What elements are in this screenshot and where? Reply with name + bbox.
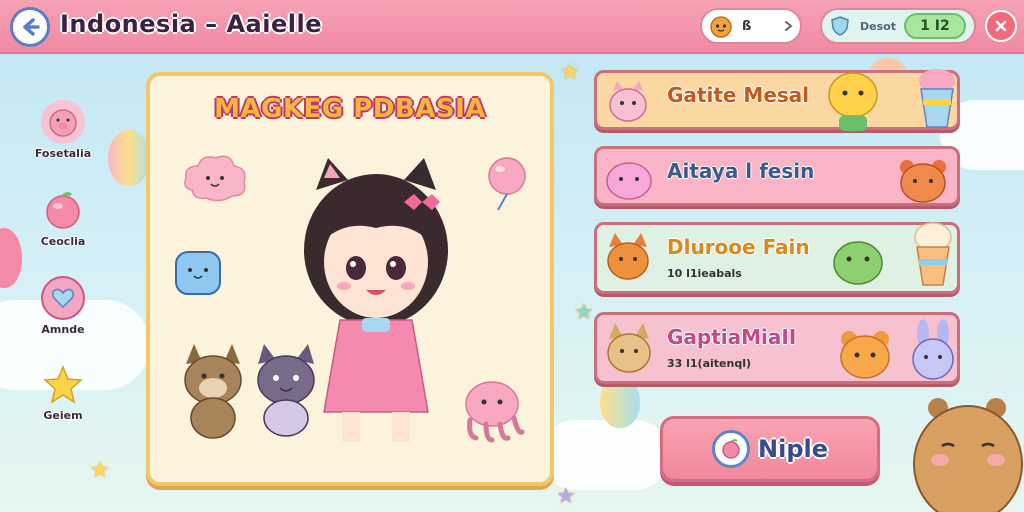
star-decoration: ★ bbox=[574, 300, 594, 325]
close-icon bbox=[995, 20, 1007, 32]
backpack-icon bbox=[175, 251, 221, 295]
sidebar-item-label: Fosetalia bbox=[34, 147, 92, 160]
cloud-decoration bbox=[540, 420, 670, 490]
star-decoration: ★ bbox=[560, 60, 580, 85]
list-item[interactable]: GaptiaMiaII 33 l1(aitenql) bbox=[594, 312, 960, 384]
yellow-mascot-icon bbox=[828, 72, 878, 131]
play-button-label: Niple bbox=[758, 435, 828, 463]
star-decoration: ★ bbox=[556, 484, 576, 509]
pig-icon bbox=[609, 81, 647, 122]
bunny-icon bbox=[912, 319, 954, 380]
sidebar-item-amnde[interactable]: Amnde bbox=[28, 276, 98, 336]
dog-character-icon bbox=[184, 344, 242, 439]
balloon-decoration bbox=[0, 228, 22, 288]
pig-icon bbox=[41, 100, 85, 144]
sidebar-item-fosetalia[interactable]: Fosetalia bbox=[28, 100, 98, 160]
arrow-left-icon bbox=[23, 18, 40, 36]
coin-value: ß bbox=[742, 18, 752, 34]
energy-label: Desot bbox=[860, 19, 896, 33]
sidebar-item-geiem[interactable]: Geiem bbox=[28, 362, 98, 422]
octopus-character-icon bbox=[465, 381, 525, 443]
peach-icon bbox=[712, 430, 750, 468]
entry-subtitle: 10 l1ieabals bbox=[667, 267, 742, 280]
back-button[interactable] bbox=[10, 7, 50, 47]
entry-title: Gatite Mesal bbox=[667, 83, 810, 107]
orange-bear-icon bbox=[840, 331, 890, 379]
sidebar-item-label: Ceoclia bbox=[40, 235, 86, 248]
green-frog-icon bbox=[833, 241, 883, 285]
cat-character-icon bbox=[257, 344, 315, 437]
energy-counter[interactable]: Desot 1 I2 bbox=[820, 8, 976, 44]
ice-cream-icon bbox=[914, 222, 952, 286]
coin-counter[interactable]: ß bbox=[700, 8, 802, 44]
page-title: Indonesia – Aaielle bbox=[60, 10, 322, 38]
corgi-icon bbox=[607, 323, 651, 373]
sidebar-item-ceoclia[interactable]: Ceoclia bbox=[28, 188, 98, 248]
top-bar: Indonesia – Aaielle ß Desot 1 I2 bbox=[0, 0, 1024, 54]
chevron-right-icon bbox=[785, 21, 793, 31]
bear-icon bbox=[900, 160, 946, 203]
list-item[interactable]: Aitaya l fesin bbox=[594, 146, 960, 206]
cloud-mascot-icon bbox=[184, 155, 246, 202]
capybara-character-icon bbox=[913, 398, 1023, 512]
ice-cream-icon bbox=[919, 69, 955, 128]
shield-icon bbox=[831, 16, 849, 36]
close-button[interactable] bbox=[985, 10, 1017, 42]
entry-subtitle: 33 l1(aitenql) bbox=[667, 357, 752, 370]
fox-icon bbox=[607, 233, 649, 280]
play-button[interactable]: Niple bbox=[660, 416, 880, 482]
heart-icon bbox=[41, 276, 85, 320]
sidebar-item-label: Geiem bbox=[43, 409, 83, 422]
character-card: MAGKEG PDBASIA bbox=[146, 72, 554, 486]
list-item[interactable]: Dlurooe Fain 10 l1ieabals bbox=[594, 222, 960, 294]
card-title: MAGKEG PDBASIA bbox=[214, 94, 486, 124]
star-icon bbox=[41, 362, 85, 406]
list-item[interactable]: Gatite Mesal bbox=[594, 69, 960, 131]
energy-value: 1 I2 bbox=[903, 13, 966, 39]
balloon-decoration bbox=[108, 130, 150, 186]
entry-title: GaptiaMiaII bbox=[667, 325, 797, 349]
star-decoration: ★ bbox=[90, 458, 110, 483]
peach-icon bbox=[41, 188, 85, 232]
balloon-icon bbox=[488, 157, 526, 211]
pet-face-icon bbox=[710, 16, 732, 38]
entry-title: Aitaya l fesin bbox=[667, 159, 815, 183]
entry-title: Dlurooe Fain bbox=[667, 235, 810, 259]
sidebar-item-label: Amnde bbox=[41, 323, 85, 336]
pink-creature-icon bbox=[606, 162, 652, 200]
